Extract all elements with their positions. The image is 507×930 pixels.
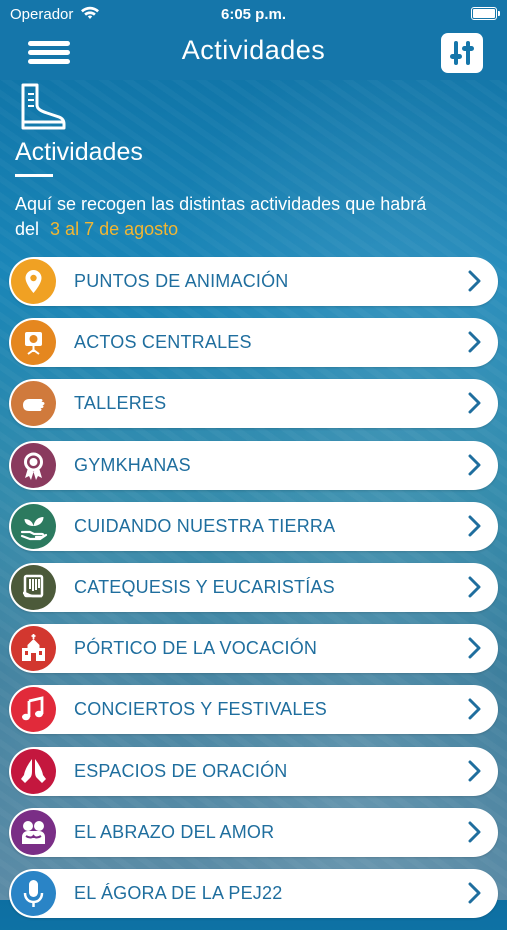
list-item-talleres[interactable]: TALLERES	[9, 379, 498, 429]
medal-icon	[11, 442, 56, 488]
list-item-el-agora-de-la-pej22[interactable]: EL ÁGORA DE LA PEJ22	[9, 868, 498, 918]
intro-dates: 3 al 7 de agosto	[50, 219, 179, 239]
chevron-right-icon	[468, 515, 482, 542]
sprout-hand-icon	[11, 503, 56, 549]
microphone-icon	[11, 870, 56, 916]
list-item-catequesis-y-eucaristias[interactable]: CATEQUESIS Y EUCARISTÍAS	[9, 562, 498, 612]
praying-hands-icon	[11, 748, 56, 794]
list-item-label: PÓRTICO DE LA VOCACIÓN	[74, 638, 318, 659]
music-note-icon	[11, 687, 56, 733]
chevron-right-icon	[468, 331, 482, 358]
list-item-cuidando-nuestra-tierra[interactable]: CUIDANDO NUESTRA TIERRA	[9, 501, 498, 551]
sliders-icon[interactable]	[441, 33, 483, 73]
nav-bar: Actividades	[0, 30, 507, 80]
list-item-label: CONCIERTOS Y FESTIVALES	[74, 699, 328, 720]
church-icon	[11, 626, 56, 672]
chevron-right-icon	[468, 637, 482, 664]
list-item-el-abrazo-del-amor[interactable]: EL ABRAZO DEL AMOR	[9, 807, 498, 857]
list-item-portico-de-la-vocacion[interactable]: PÓRTICO DE LA VOCACIÓN	[9, 624, 498, 674]
activity-list: PUNTOS DE ANIMACIÓN ACTOS CENTRALES TALL…	[9, 257, 498, 930]
clock: 6:05 p.m.	[220, 6, 287, 23]
chevron-right-icon	[468, 698, 482, 725]
title-underline	[15, 174, 53, 177]
chevron-right-icon	[468, 821, 482, 848]
list-item-label: TALLERES	[74, 393, 167, 414]
chevron-right-icon	[468, 392, 482, 419]
nav-title: Actividades	[181, 35, 326, 65]
list-item-puntos-de-animacion[interactable]: PUNTOS DE ANIMACIÓN	[9, 257, 498, 306]
bible-hand-icon	[11, 564, 56, 610]
chevron-right-icon	[468, 270, 482, 297]
list-item-actos-centrales[interactable]: ACTOS CENTRALES	[9, 318, 498, 368]
list-item-gymkhanas[interactable]: GYMKHANAS	[9, 440, 498, 490]
boot-icon	[15, 82, 67, 134]
map-pin-icon	[11, 259, 56, 304]
list-item-label: EL ABRAZO DEL AMOR	[74, 821, 275, 842]
chevron-right-icon	[468, 576, 482, 603]
hand-icon	[11, 381, 56, 427]
list-item-label: CUIDANDO NUESTRA TIERRA	[74, 515, 336, 536]
intro-text: Aquí se recogen las distintas actividade…	[15, 192, 445, 242]
stage-spotlight-icon	[11, 320, 56, 366]
chevron-right-icon	[468, 882, 482, 909]
chevron-right-icon	[468, 454, 482, 481]
list-item-label: CATEQUESIS Y EUCARISTÍAS	[74, 576, 335, 597]
hug-icon	[11, 809, 56, 855]
list-item-conciertos-y-festivales[interactable]: CONCIERTOS Y FESTIVALES	[9, 685, 498, 735]
list-item-label: PUNTOS DE ANIMACIÓN	[74, 271, 289, 291]
list-item-label: EL ÁGORA DE LA PEJ22	[74, 882, 283, 903]
list-item-label: ESPACIOS DE ORACIÓN	[74, 760, 288, 781]
status-bar: Operador 6:05 p.m.	[0, 0, 507, 30]
list-item-espacios-de-oracion[interactable]: ESPACIOS DE ORACIÓN	[9, 746, 498, 796]
chevron-right-icon	[468, 760, 482, 787]
battery-icon	[471, 7, 500, 20]
list-item-label: GYMKHANAS	[74, 454, 191, 475]
list-item-label: ACTOS CENTRALES	[74, 332, 252, 353]
section-title: Actividades	[15, 138, 143, 166]
